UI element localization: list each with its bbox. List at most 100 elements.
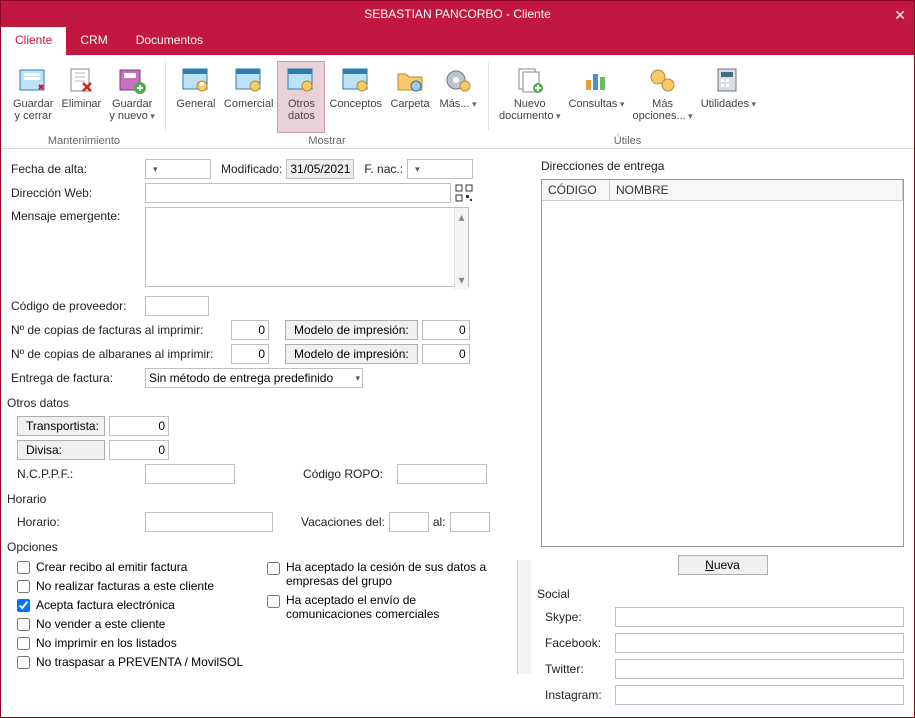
mensaje-emergente-field[interactable] bbox=[145, 207, 469, 287]
mensaje-emergente-label: Mensaje emergente: bbox=[11, 207, 141, 223]
conceptos-button[interactable]: Conceptos bbox=[325, 61, 386, 133]
nuevo-documento-button[interactable]: Nuevo documento bbox=[495, 61, 564, 133]
vacaciones-del-label: Vacaciones del: bbox=[301, 515, 385, 529]
save-new-icon bbox=[116, 64, 148, 96]
ribbon-group-utiles: Nuevo documento Consultas Más opciones..… bbox=[491, 57, 764, 148]
twitter-field[interactable] bbox=[615, 659, 904, 679]
gear-icon bbox=[442, 64, 474, 96]
instagram-field[interactable] bbox=[615, 685, 904, 705]
otros-datos-title: Otros datos bbox=[7, 396, 531, 410]
twitter-label: Twitter: bbox=[545, 662, 609, 676]
chk-crear-recibo[interactable]: Crear recibo al emitir factura bbox=[17, 560, 251, 574]
chk-acepta-fe[interactable]: Acepta factura electrónica bbox=[17, 598, 251, 612]
carpeta-button[interactable]: Carpeta bbox=[386, 61, 434, 133]
col-nombre[interactable]: NOMBRE bbox=[610, 180, 903, 200]
facebook-field[interactable] bbox=[615, 633, 904, 653]
fecha-alta-combo[interactable] bbox=[145, 159, 211, 179]
ribbon-tabbar: Cliente CRM Documentos bbox=[1, 27, 914, 55]
form-icon bbox=[233, 64, 265, 96]
vacaciones-al-label: al: bbox=[433, 515, 446, 529]
modelo-impresion2-button[interactable]: Modelo de impresión: bbox=[285, 344, 418, 364]
copias-albaranes-field[interactable] bbox=[231, 344, 269, 364]
chart-icon bbox=[580, 64, 612, 96]
ncppf-label: N.C.P.P.F.: bbox=[17, 467, 141, 481]
horario-label: Horario: bbox=[17, 515, 141, 529]
textarea-scrollbar[interactable]: ▴▾ bbox=[454, 208, 468, 289]
entrega-factura-combo[interactable]: Sin método de entrega predefinido bbox=[145, 368, 363, 388]
direccion-web-field[interactable] bbox=[145, 183, 451, 203]
codigo-proveedor-field[interactable] bbox=[145, 296, 209, 316]
form-icon bbox=[180, 64, 212, 96]
copias-albaranes-label: Nº de copias de albaranes al imprimir: bbox=[11, 347, 227, 361]
window-title: SEBASTIAN PANCORBO - Cliente bbox=[364, 7, 551, 21]
fecha-alta-label: Fecha de alta: bbox=[11, 162, 141, 176]
vacaciones-del-field[interactable] bbox=[389, 512, 429, 532]
col-codigo[interactable]: CÓDIGO bbox=[542, 180, 610, 200]
save-close-icon bbox=[17, 64, 49, 96]
general-button[interactable]: General bbox=[172, 61, 220, 133]
tab-crm[interactable]: CRM bbox=[66, 27, 121, 55]
mas-opciones-button[interactable]: Más opciones... bbox=[628, 61, 696, 133]
opciones-scrollbar[interactable] bbox=[517, 560, 531, 674]
titlebar: SEBASTIAN PANCORBO - Cliente ✕ bbox=[1, 1, 914, 27]
utilidades-button[interactable]: Utilidades bbox=[697, 61, 760, 133]
skype-label: Skype: bbox=[545, 610, 609, 624]
consultas-button[interactable]: Consultas bbox=[565, 61, 629, 133]
opciones-title: Opciones bbox=[7, 540, 531, 554]
folder-icon bbox=[394, 64, 426, 96]
fnac-label: F. nac.: bbox=[364, 162, 403, 176]
chk-cesion-datos[interactable]: Ha aceptado la cesión de sus datos a emp… bbox=[267, 560, 501, 588]
modelo-impresion1-button[interactable]: Modelo de impresión: bbox=[285, 320, 418, 340]
modelo-impresion2-field[interactable] bbox=[422, 344, 470, 364]
vacaciones-al-field[interactable] bbox=[450, 512, 490, 532]
chk-no-vender[interactable]: No vender a este cliente bbox=[17, 617, 251, 631]
ribbon-group-mantenimiento: Guardar y cerrar Eliminar Guardar y nuev… bbox=[5, 57, 163, 148]
tab-documentos[interactable]: Documentos bbox=[122, 27, 217, 55]
divisa-field[interactable] bbox=[109, 440, 169, 460]
ribbon-group-mostrar: General Comercial Otros datos Conceptos … bbox=[168, 57, 486, 148]
modificado-label: Modificado: bbox=[221, 162, 282, 176]
ribbon: Guardar y cerrar Eliminar Guardar y nuev… bbox=[1, 55, 914, 149]
horario-field[interactable] bbox=[145, 512, 273, 532]
delete-button[interactable]: Eliminar bbox=[57, 61, 105, 133]
codigo-proveedor-label: Código de proveedor: bbox=[11, 299, 141, 313]
transportista-field[interactable] bbox=[109, 416, 169, 436]
form-icon bbox=[285, 64, 317, 96]
delete-icon bbox=[65, 64, 97, 96]
calculator-icon bbox=[712, 64, 744, 96]
chk-no-facturas[interactable]: No realizar facturas a este cliente bbox=[17, 579, 251, 593]
direcciones-title: Direcciones de entrega bbox=[541, 159, 904, 173]
chk-no-imprimir[interactable]: No imprimir en los listados bbox=[17, 636, 251, 650]
modelo-impresion1-field[interactable] bbox=[422, 320, 470, 340]
gears-icon bbox=[647, 64, 679, 96]
ncppf-field[interactable] bbox=[145, 464, 235, 484]
direccion-web-label: Dirección Web: bbox=[11, 186, 141, 200]
transportista-button[interactable]: Transportista: bbox=[17, 416, 105, 436]
save-close-button[interactable]: Guardar y cerrar bbox=[9, 61, 57, 133]
direcciones-grid[interactable]: CÓDIGO NOMBRE bbox=[541, 179, 904, 547]
grid-body bbox=[542, 201, 903, 546]
divisa-button[interactable]: Divisa: bbox=[17, 440, 105, 460]
instagram-label: Instagram: bbox=[545, 688, 609, 702]
qr-icon[interactable] bbox=[455, 184, 473, 202]
social-title: Social bbox=[537, 587, 904, 601]
fnac-combo[interactable] bbox=[407, 159, 473, 179]
copias-facturas-label: Nº de copias de facturas al imprimir: bbox=[11, 323, 227, 337]
comercial-button[interactable]: Comercial bbox=[220, 61, 278, 133]
save-new-button[interactable]: Guardar y nuevo bbox=[105, 61, 159, 133]
nueva-button[interactable]: Nueva bbox=[678, 555, 768, 575]
skype-field[interactable] bbox=[615, 607, 904, 627]
new-doc-icon bbox=[514, 64, 546, 96]
codigo-ropo-field[interactable] bbox=[397, 464, 487, 484]
mas-button[interactable]: Más... bbox=[434, 61, 482, 133]
horario-title: Horario bbox=[7, 492, 531, 506]
otros-datos-button[interactable]: Otros datos bbox=[277, 61, 325, 133]
entrega-factura-label: Entrega de factura: bbox=[11, 371, 141, 385]
facebook-label: Facebook: bbox=[545, 636, 609, 650]
chk-no-traspasar[interactable]: No traspasar a PREVENTA / MovilSOL bbox=[17, 655, 251, 669]
codigo-ropo-label: Código ROPO: bbox=[303, 467, 393, 481]
close-icon[interactable]: ✕ bbox=[894, 7, 906, 24]
copias-facturas-field[interactable] bbox=[231, 320, 269, 340]
tab-cliente[interactable]: Cliente bbox=[1, 27, 66, 55]
chk-comunicaciones[interactable]: Ha aceptado el envío de comunicaciones c… bbox=[267, 593, 501, 621]
